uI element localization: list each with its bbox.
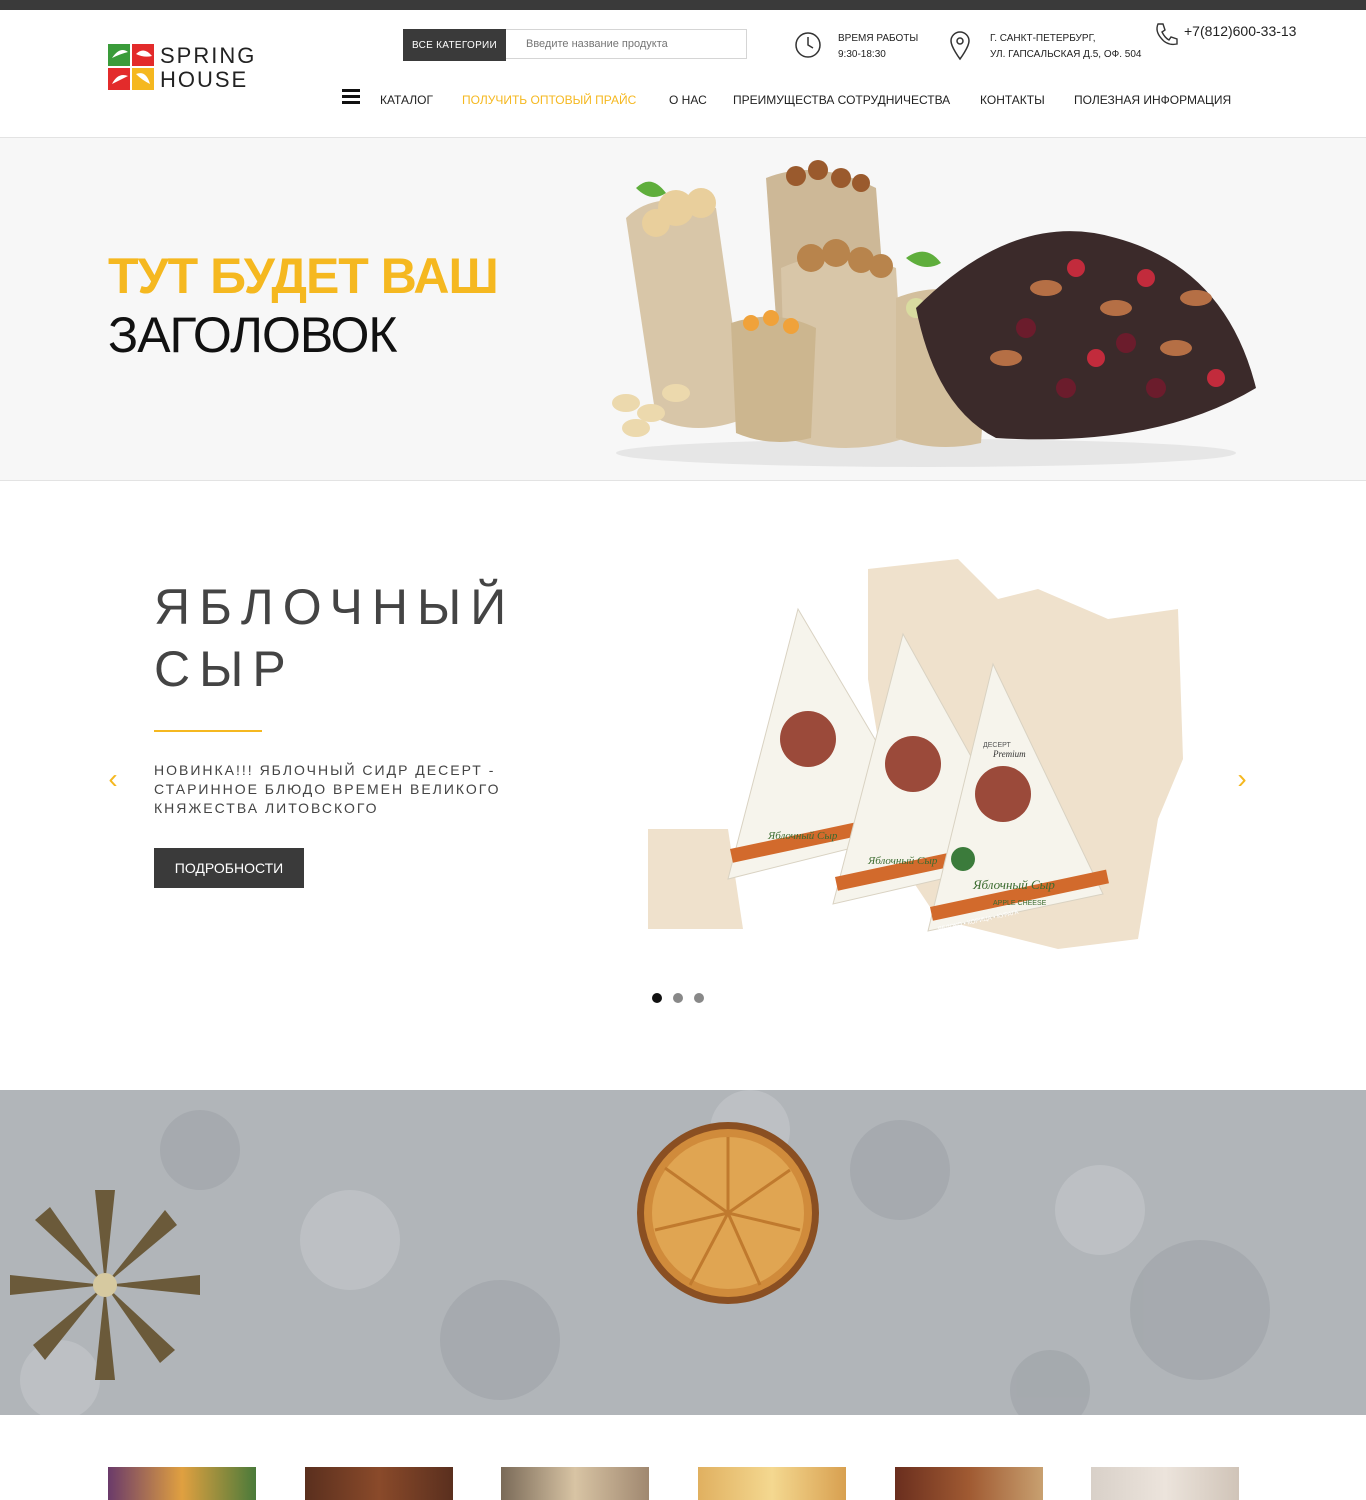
- box-3-name: Яблочный Сыр: [972, 877, 1055, 892]
- category-thumb-6[interactable]: [1091, 1467, 1239, 1500]
- slide-description: НОВИНКА!!! ЯБЛОЧНЫЙ СИДР ДЕСЕРТ - СТАРИН…: [154, 762, 501, 816]
- hero-banner: ТУТ БУДЕТ ВАШ ЗАГОЛОВОК: [0, 138, 1366, 481]
- clock-icon: [795, 32, 821, 58]
- box-1-name: Яблочный Сыр: [767, 830, 838, 842]
- slide-divider: [154, 730, 262, 732]
- slider-dot-1[interactable]: [652, 993, 662, 1003]
- location-pin-icon: [950, 31, 970, 61]
- logo-word-house: HOUSE: [160, 67, 249, 92]
- box-3-label-brand: Premium: [992, 749, 1026, 759]
- header: SPRING HOUSE ВСЕ КАТЕГОРИИ ВРЕМЯ РАБОТЫ …: [0, 10, 1366, 138]
- working-hours: ВРЕМЯ РАБОТЫ 9:30-18:30: [838, 31, 918, 63]
- hours-label: ВРЕМЯ РАБОТЫ: [838, 33, 919, 44]
- nav-item-advantages[interactable]: ПРЕИМУЩЕСТВА СОТРУДНИЧЕСТВА: [733, 93, 950, 107]
- category-thumbnails: [0, 1467, 1366, 1500]
- slider-dot-3[interactable]: [694, 993, 704, 1003]
- nav-item-useful-info[interactable]: ПОЛЕЗНАЯ ИНФОРМАЦИЯ: [1074, 93, 1231, 107]
- stone-texture-image: [0, 1090, 1366, 1415]
- hero-title-accent: ТУТ БУДЕТ ВАШ: [108, 248, 499, 304]
- nuts-image: [612, 160, 1256, 467]
- top-bar: [0, 0, 1366, 10]
- nav-item-about[interactable]: О НАС: [669, 93, 707, 107]
- phone-icon: [1156, 23, 1178, 46]
- slider-prev-arrow-icon[interactable]: ‹: [103, 764, 123, 794]
- details-button[interactable]: ПОДРОБНОСТИ: [154, 848, 304, 888]
- nav-item-catalog[interactable]: КАТАЛОГ: [380, 93, 433, 107]
- logo-mark-icon: [108, 44, 154, 90]
- category-thumb-5[interactable]: [895, 1467, 1043, 1500]
- address-line-street: УЛ. ГАПСАЛЬСКАЯ Д.5, ОФ. 504: [990, 49, 1142, 60]
- logo-word-spring: SPRING: [160, 43, 257, 68]
- apple-cheese-product-image: Яблочный Сыр Яблочный Сыр Яблочный Сыр A…: [648, 559, 1183, 949]
- decor-banner: [0, 1090, 1366, 1415]
- category-thumb-1[interactable]: [108, 1467, 256, 1500]
- category-thumb-2[interactable]: [305, 1467, 453, 1500]
- logo[interactable]: SPRING HOUSE: [108, 43, 257, 93]
- slide-title: ЯБЛОЧНЫЙ СЫР: [154, 576, 554, 700]
- category-thumb-3[interactable]: [501, 1467, 649, 1500]
- hero-title-main: ЗАГОЛОВОК: [108, 307, 398, 363]
- box-3-name-en: APPLE CHEESE: [993, 900, 1047, 907]
- slide-title-line1: ЯБЛОЧНЫЙ: [154, 579, 516, 635]
- address: Г. САНКТ-ПЕТЕРБУРГ, УЛ. ГАПСАЛЬСКАЯ Д.5,…: [990, 31, 1141, 63]
- search-input[interactable]: [506, 29, 747, 59]
- hours-value: 9:30-18:30: [838, 49, 886, 60]
- address-line-city: Г. САНКТ-ПЕТЕРБУРГ,: [990, 33, 1096, 44]
- slide-title-line2: СЫР: [154, 641, 295, 697]
- phone-number-link[interactable]: +7(812)600-33-13: [1184, 23, 1296, 39]
- nav-item-contacts[interactable]: КОНТАКТЫ: [980, 93, 1045, 107]
- product-slider: ЯБЛОЧНЫЙ СЫР НОВИНКА!!! ЯБЛОЧНЫЙ СИДР ДЕ…: [0, 481, 1366, 1090]
- category-thumb-4[interactable]: [698, 1467, 846, 1500]
- box-3-label-top: ДЕСЕРТ: [983, 742, 1011, 749]
- all-categories-button[interactable]: ВСЕ КАТЕГОРИИ: [403, 29, 506, 61]
- box-2-name: Яблочный Сыр: [867, 855, 938, 867]
- menu-burger-icon[interactable]: [342, 89, 360, 107]
- slider-next-arrow-icon[interactable]: ›: [1232, 764, 1252, 794]
- slider-dot-2[interactable]: [673, 993, 683, 1003]
- nav-item-wholesale-price[interactable]: ПОЛУЧИТЬ ОПТОВЫЙ ПРАЙС: [462, 93, 636, 107]
